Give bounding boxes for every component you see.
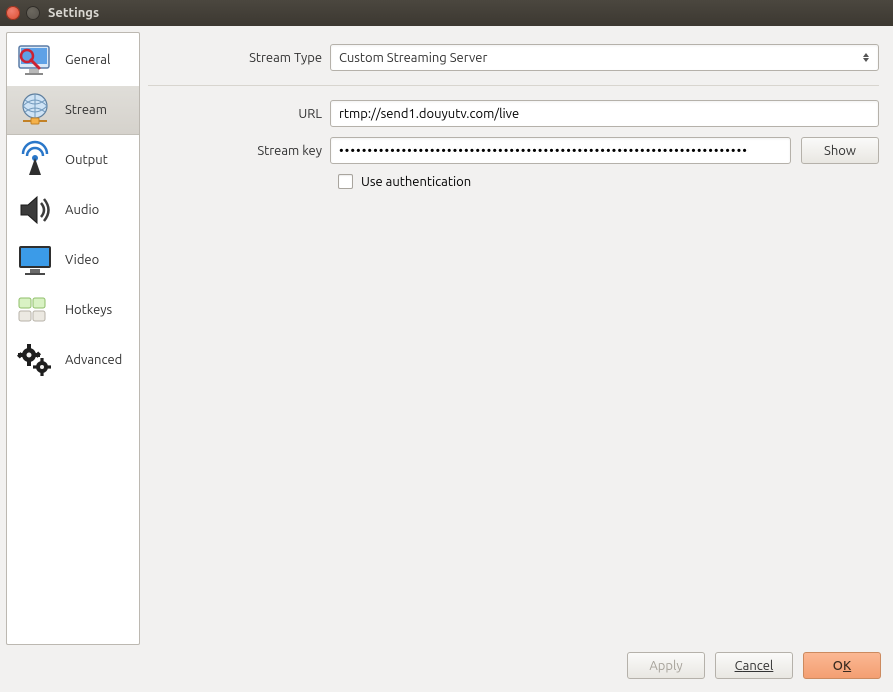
sidebar-item-stream[interactable]: Stream bbox=[7, 85, 139, 135]
chevron-up-down-icon bbox=[862, 53, 870, 62]
stream-key-label: Stream key bbox=[148, 144, 330, 158]
antenna-icon bbox=[13, 140, 57, 180]
use-auth-checkbox[interactable] bbox=[338, 174, 353, 189]
divider bbox=[148, 85, 879, 86]
sidebar-item-output[interactable]: Output bbox=[7, 135, 139, 185]
sidebar-item-label: Output bbox=[65, 153, 108, 167]
sidebar-item-hotkeys[interactable]: Hotkeys bbox=[7, 285, 139, 335]
window-title: Settings bbox=[48, 6, 99, 20]
gears-icon bbox=[13, 340, 57, 380]
sidebar-item-video[interactable]: Video bbox=[7, 235, 139, 285]
apply-button: Apply bbox=[627, 652, 705, 679]
monitor-icon bbox=[13, 240, 57, 280]
stream-key-input[interactable] bbox=[330, 137, 791, 164]
globe-network-icon bbox=[13, 90, 57, 130]
url-field[interactable] bbox=[339, 107, 870, 121]
titlebar: Settings bbox=[0, 0, 893, 26]
window-buttons bbox=[6, 6, 40, 20]
stream-type-value: Custom Streaming Server bbox=[339, 51, 487, 65]
sidebar-item-label: General bbox=[65, 53, 110, 67]
use-auth-label: Use authentication bbox=[361, 175, 471, 189]
show-button[interactable]: Show bbox=[801, 137, 879, 164]
stream-type-label: Stream Type bbox=[148, 51, 330, 65]
sidebar-item-label: Stream bbox=[65, 103, 107, 117]
ok-button[interactable]: OK bbox=[803, 652, 881, 679]
main-panel: Stream Type Custom Streaming Server URL … bbox=[140, 32, 887, 645]
sidebar-item-general[interactable]: General bbox=[7, 35, 139, 85]
wrench-monitor-icon bbox=[13, 40, 57, 80]
sidebar-item-label: Video bbox=[65, 253, 99, 267]
speaker-icon bbox=[13, 190, 57, 230]
stream-type-combo[interactable]: Custom Streaming Server bbox=[330, 44, 879, 71]
cancel-label: Cancel bbox=[735, 659, 774, 673]
ok-label: OK bbox=[833, 659, 851, 673]
sidebar-item-advanced[interactable]: Advanced bbox=[7, 335, 139, 385]
cancel-button[interactable]: Cancel bbox=[715, 652, 793, 679]
keys-icon bbox=[13, 290, 57, 330]
sidebar-item-label: Hotkeys bbox=[65, 303, 112, 317]
url-input[interactable] bbox=[330, 100, 879, 127]
url-label: URL bbox=[148, 107, 330, 121]
minimize-icon[interactable] bbox=[26, 6, 40, 20]
sidebar: General Stream bbox=[6, 32, 140, 645]
stream-key-field[interactable] bbox=[339, 144, 782, 158]
sidebar-item-label: Advanced bbox=[65, 353, 122, 367]
footer: Apply Cancel OK bbox=[0, 645, 893, 686]
sidebar-item-audio[interactable]: Audio bbox=[7, 185, 139, 235]
close-icon[interactable] bbox=[6, 6, 20, 20]
sidebar-item-label: Audio bbox=[65, 203, 99, 217]
